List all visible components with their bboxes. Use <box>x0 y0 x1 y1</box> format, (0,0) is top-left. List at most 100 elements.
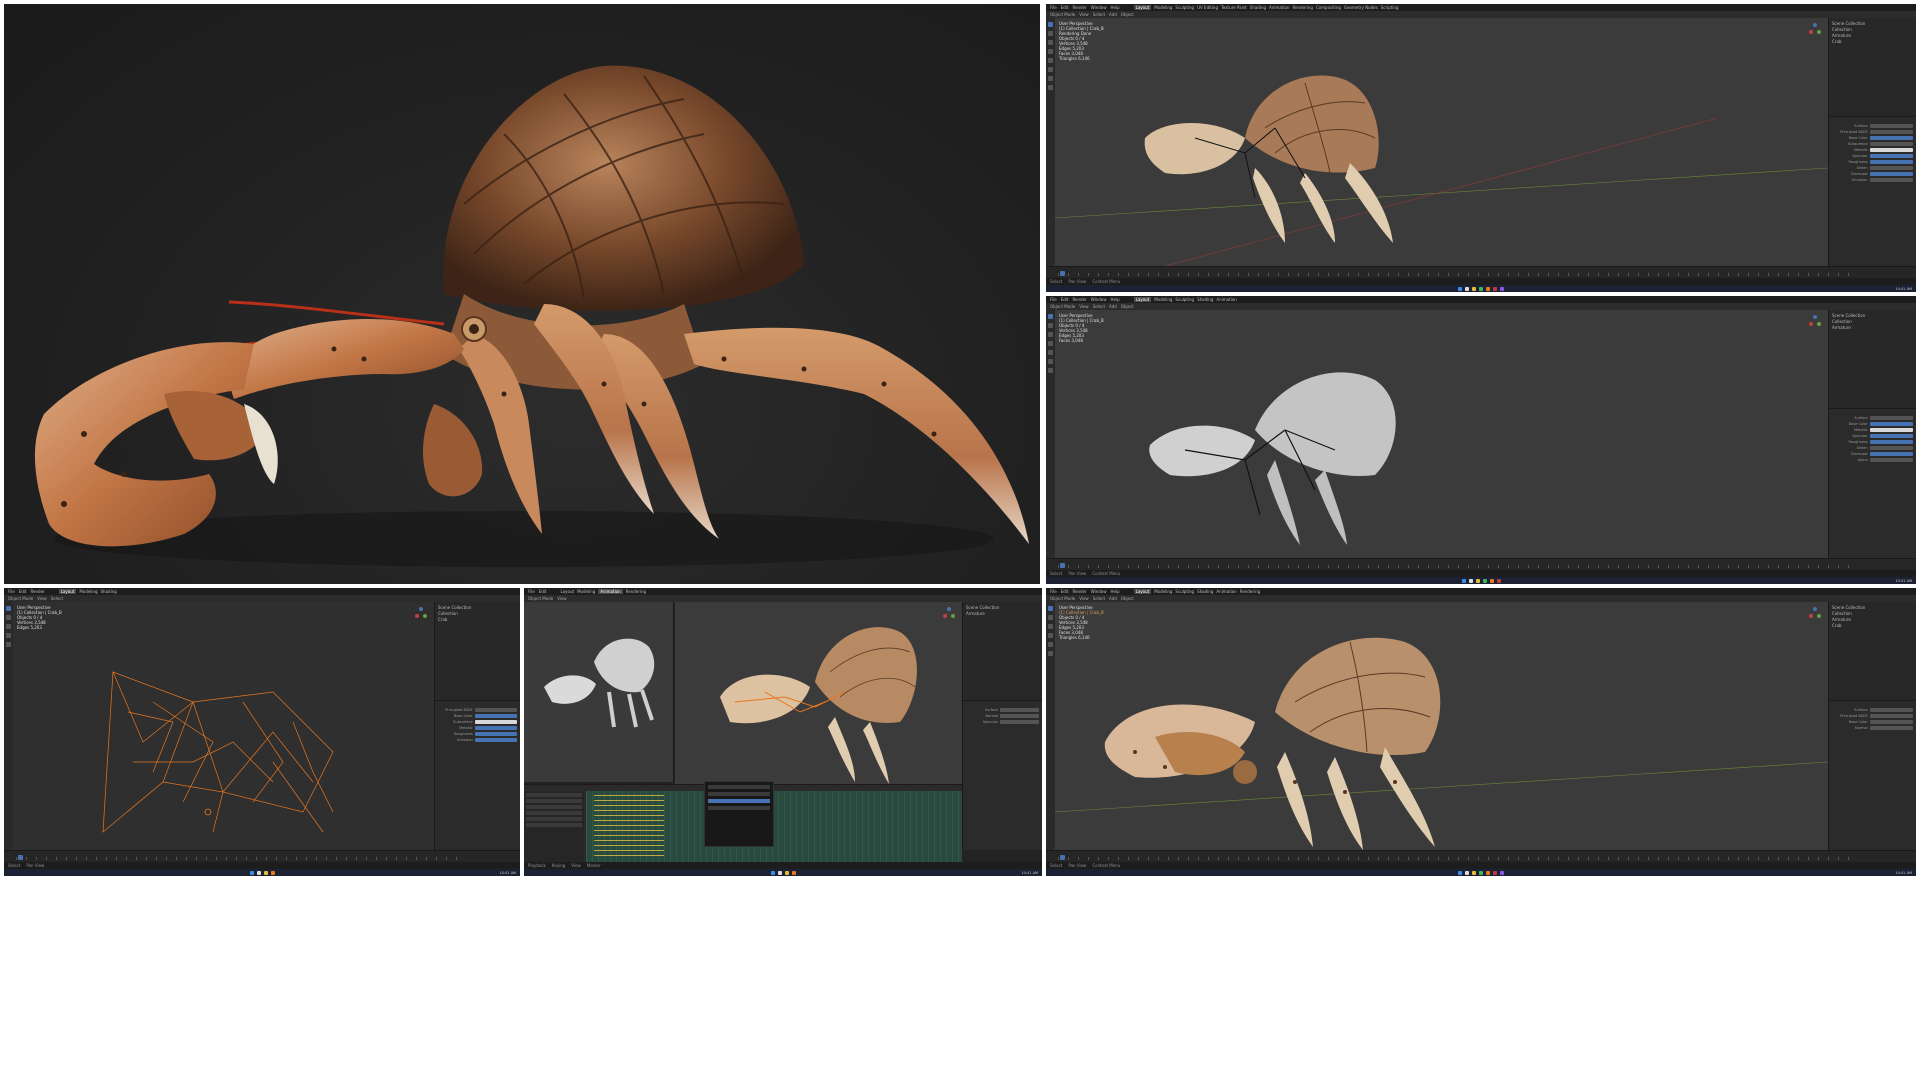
menu-view[interactable]: View <box>37 596 47 601</box>
navigation-gizmo-icon[interactable] <box>1808 606 1822 620</box>
menu-window[interactable]: Window <box>1091 5 1107 10</box>
menu-help[interactable]: Help <box>1110 5 1119 10</box>
start-icon[interactable] <box>1458 286 1462 291</box>
outliner-item[interactable]: Crab <box>1832 623 1913 629</box>
blender-icon[interactable] <box>1486 870 1490 875</box>
app-icon[interactable] <box>1493 286 1497 291</box>
tab-layout[interactable]: Layout <box>1133 297 1152 302</box>
prop-field[interactable] <box>1869 725 1913 730</box>
select-tool-icon[interactable] <box>1048 314 1053 319</box>
prop-field[interactable] <box>474 707 517 712</box>
timeline-playback[interactable]: Playback <box>528 863 546 868</box>
scale-tool-icon[interactable] <box>1048 642 1053 647</box>
prop-field[interactable] <box>1869 707 1913 712</box>
tab-compositing[interactable]: Compositing <box>1316 5 1341 10</box>
explorer-icon[interactable] <box>1475 578 1480 583</box>
menu-add[interactable]: Add <box>1109 304 1117 309</box>
prop-field[interactable] <box>1869 713 1913 718</box>
cursor-tool-icon[interactable] <box>1048 615 1053 620</box>
context-menu[interactable] <box>704 781 774 847</box>
prop-field[interactable] <box>1000 719 1039 724</box>
blender-icon[interactable] <box>791 870 796 875</box>
prop-field[interactable] <box>1869 141 1913 146</box>
tab-shading[interactable]: Shading <box>1197 297 1213 302</box>
transform-tool-icon[interactable] <box>1048 651 1053 656</box>
explorer-icon[interactable] <box>784 870 789 875</box>
keyframes-selected[interactable] <box>594 795 664 856</box>
menu-file[interactable]: File <box>1050 589 1057 594</box>
prop-field[interactable] <box>474 719 517 724</box>
tab-animation[interactable]: Animation <box>1216 589 1236 594</box>
start-icon[interactable] <box>770 870 775 875</box>
tab-modeling[interactable]: Modeling <box>1154 5 1172 10</box>
menu-file[interactable]: File <box>1050 297 1057 302</box>
prop-field[interactable] <box>474 737 517 742</box>
scale-tool-icon[interactable] <box>1048 58 1053 63</box>
prop-field[interactable] <box>1869 421 1913 426</box>
menu-file[interactable]: File <box>1050 5 1057 10</box>
navigation-gizmo-icon[interactable] <box>1808 314 1822 328</box>
dope-sheet[interactable] <box>524 781 962 862</box>
prop-field[interactable] <box>1869 433 1913 438</box>
playhead[interactable] <box>1060 563 1065 568</box>
outliner-item[interactable]: Crab <box>438 617 517 623</box>
tab-animation[interactable]: Animation <box>598 589 623 594</box>
menu-render[interactable]: Render <box>30 589 44 594</box>
timeline-ruler[interactable] <box>1058 857 1856 860</box>
tab-sculpting[interactable]: Sculpting <box>1175 5 1194 10</box>
mode-select[interactable]: Object Mode <box>1050 12 1075 17</box>
timeline[interactable] <box>1046 558 1916 570</box>
menu-object[interactable]: Object <box>1121 12 1134 17</box>
prop-field[interactable] <box>1869 129 1913 134</box>
search-icon[interactable] <box>1465 870 1469 875</box>
3d-viewport[interactable]: User Perspective (1) Collection | Crab_B… <box>13 602 434 850</box>
browser-icon[interactable] <box>1479 870 1483 875</box>
annotate-tool-icon[interactable] <box>1048 76 1053 81</box>
prop-field[interactable] <box>1869 123 1913 128</box>
menu-window[interactable]: Window <box>1091 297 1107 302</box>
prop-field[interactable] <box>1869 427 1913 432</box>
start-icon[interactable] <box>1458 870 1462 875</box>
menu-edit[interactable]: Edit <box>539 589 547 594</box>
move-tool-icon[interactable] <box>1048 624 1053 629</box>
tab-layout[interactable]: Layout <box>560 589 574 594</box>
tab-sculpting[interactable]: Sculpting <box>1175 589 1194 594</box>
cursor-tool-icon[interactable] <box>1048 323 1053 328</box>
timeline-view[interactable]: View <box>571 863 581 868</box>
prop-field[interactable] <box>1869 457 1913 462</box>
prop-field[interactable] <box>1869 159 1913 164</box>
measure-tool-icon[interactable] <box>1048 85 1053 90</box>
select-tool-icon[interactable] <box>1048 606 1053 611</box>
prop-field[interactable] <box>1869 439 1913 444</box>
prop-field[interactable] <box>1869 719 1913 724</box>
app-icon[interactable] <box>1500 870 1504 875</box>
menu-view[interactable]: View <box>1079 304 1089 309</box>
explorer-icon[interactable] <box>263 870 268 875</box>
app-icon[interactable] <box>1493 870 1497 875</box>
menu-select[interactable]: Select <box>1093 304 1105 309</box>
move-tool-icon[interactable] <box>6 624 11 629</box>
annotate-tool-icon[interactable] <box>1048 368 1053 373</box>
mode-select[interactable]: Object Mode <box>1050 304 1075 309</box>
timeline-ruler[interactable] <box>1058 273 1856 276</box>
menu-add[interactable]: Add <box>1109 596 1117 601</box>
transform-tool-icon[interactable] <box>1048 359 1053 364</box>
tab-rendering[interactable]: Rendering <box>1240 589 1260 594</box>
tab-rendering[interactable]: Rendering <box>1292 5 1312 10</box>
rotate-tool-icon[interactable] <box>1048 633 1053 638</box>
browser-icon[interactable] <box>1482 578 1487 583</box>
scale-tool-icon[interactable] <box>6 642 11 647</box>
menu-file[interactable]: File <box>528 589 535 594</box>
cursor-tool-icon[interactable] <box>6 615 11 620</box>
menu-edit[interactable]: Edit <box>1061 5 1069 10</box>
timeline[interactable] <box>1046 266 1916 278</box>
tab-modeling[interactable]: Modeling <box>1154 589 1172 594</box>
menu-edit[interactable]: Edit <box>19 589 27 594</box>
menu-window[interactable]: Window <box>1091 589 1107 594</box>
timeline-ruler[interactable] <box>16 857 460 860</box>
menu-add[interactable]: Add <box>1109 12 1117 17</box>
rotate-tool-icon[interactable] <box>1048 341 1053 346</box>
navigation-gizmo-icon[interactable] <box>942 606 956 620</box>
tab-animation[interactable]: Animation <box>1216 297 1236 302</box>
prop-field[interactable] <box>474 725 517 730</box>
